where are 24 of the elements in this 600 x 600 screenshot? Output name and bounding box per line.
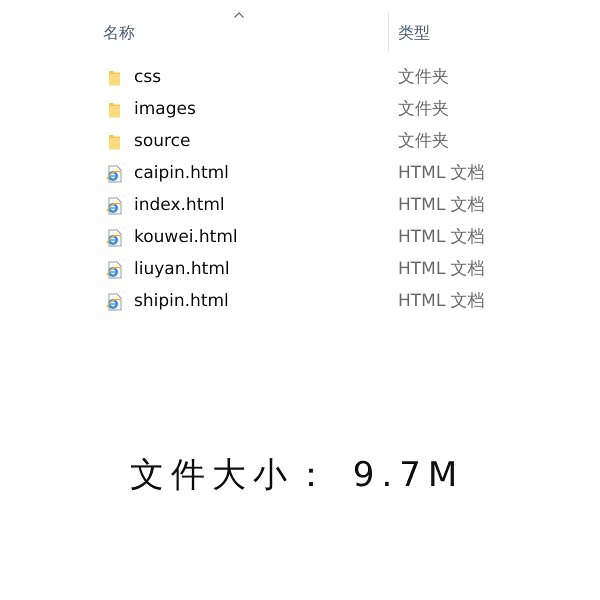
file-name[interactable]: kouwei.html [134, 227, 238, 248]
file-name[interactable]: shipin.html [134, 291, 229, 312]
file-name[interactable]: css [134, 67, 162, 88]
file-name[interactable]: index.html [134, 195, 225, 216]
file-name[interactable]: source [134, 131, 190, 152]
file-type: 文件夹 [398, 130, 449, 154]
column-header[interactable]: 名称 [103, 21, 135, 45]
file-type: 文件夹 [398, 66, 449, 90]
file-name[interactable]: caipin.html [134, 163, 229, 184]
html-file-icon [105, 293, 123, 311]
file-type: 文件夹 [398, 98, 449, 122]
html-file-icon [105, 261, 123, 279]
file-type: HTML 文档 [398, 162, 485, 186]
file-type: HTML 文档 [398, 290, 485, 314]
file-type: HTML 文档 [398, 226, 485, 250]
file-type: HTML 文档 [398, 258, 485, 282]
file-name[interactable]: images [134, 99, 196, 120]
html-file-icon [105, 197, 123, 215]
file-type: HTML 文档 [398, 194, 485, 218]
file-name[interactable]: liuyan.html [134, 259, 230, 280]
column-header[interactable]: 类型 [398, 21, 430, 45]
html-file-icon [105, 229, 123, 247]
html-file-icon [105, 165, 123, 183]
file-size-caption: 文件大小： 9.7M [130, 454, 466, 497]
